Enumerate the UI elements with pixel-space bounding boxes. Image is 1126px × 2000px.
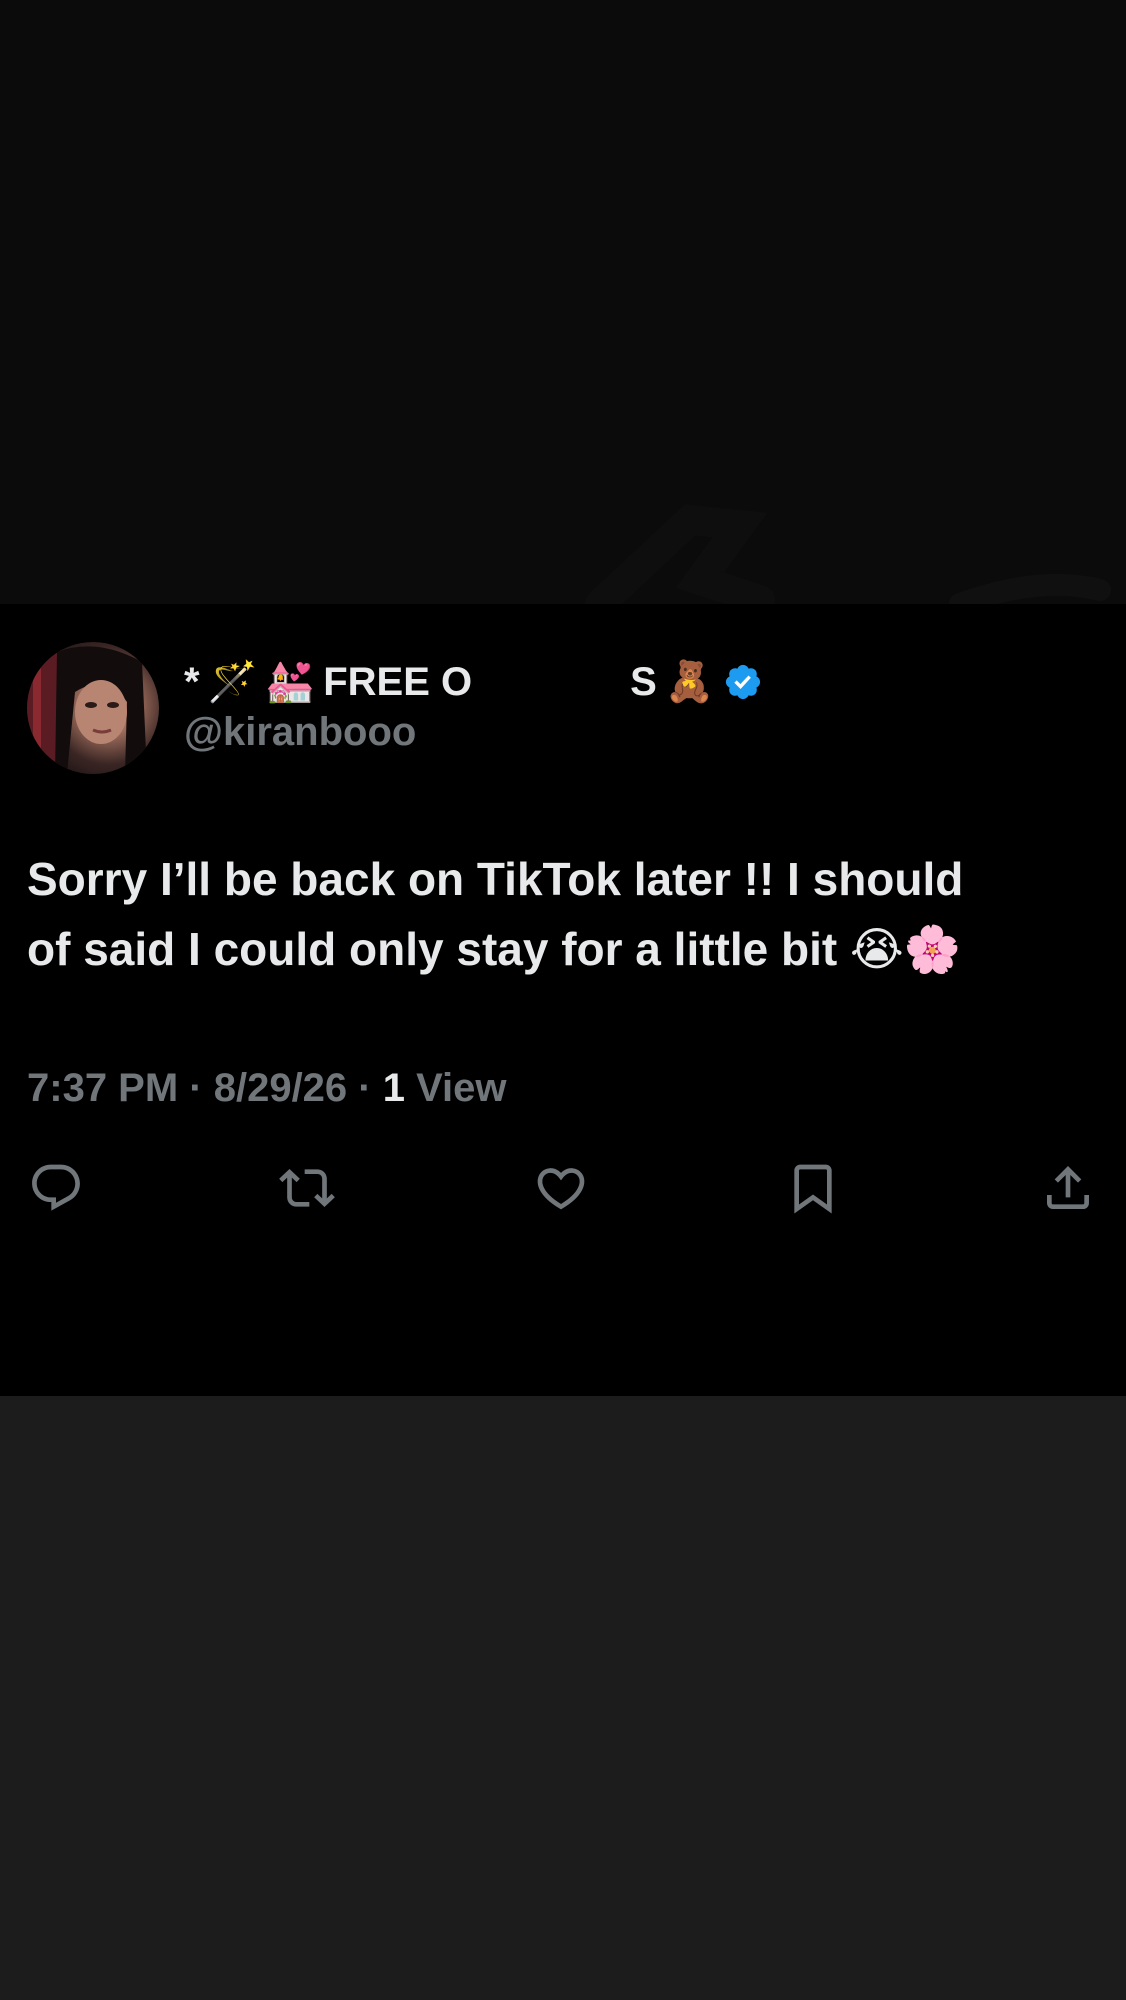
tweet-metadata: 7:37 PM · 8/29/26 · 1 View <box>27 1066 507 1111</box>
avatar[interactable] <box>27 642 159 774</box>
name-text: FREE O <box>323 659 473 704</box>
view-count: 1 <box>382 1066 405 1110</box>
tweet-date[interactable]: 8/29/26 <box>214 1066 347 1110</box>
tweet-card[interactable]: * 🪄 💒 FREE O S 🧸 @kiranbooo Sorry I’ll b… <box>0 604 1126 1396</box>
magic-wand-emoji: 🪄 <box>207 660 258 704</box>
name-suffix: S <box>630 659 657 704</box>
share-button[interactable] <box>1039 1160 1097 1216</box>
reply-button[interactable] <box>27 1160 85 1216</box>
name-prefix: * <box>184 659 200 704</box>
tweet-text: Sorry I’ll be back on TikTok later !! I … <box>27 844 1097 984</box>
repost-button[interactable] <box>278 1160 336 1216</box>
wedding-chapel-emoji: 💒 <box>265 660 316 704</box>
share-icon <box>1047 1166 1089 1209</box>
verified-badge-icon <box>723 662 763 702</box>
tweet-time[interactable]: 7:37 PM <box>27 1066 178 1110</box>
teddy-bear-emoji: 🧸 <box>664 660 715 704</box>
heart-icon <box>537 1168 585 1210</box>
tweet-text-line-1: Sorry I’ll be back on TikTok later !! I … <box>27 853 964 905</box>
avatar-image <box>27 642 147 774</box>
like-button[interactable] <box>532 1160 590 1216</box>
action-bar <box>27 1160 1097 1216</box>
display-name[interactable]: * 🪄 💒 FREE O S 🧸 <box>184 652 763 712</box>
tweet-text-line-2: of said I could only stay for a little b… <box>27 923 962 975</box>
screenshot-page: * 🪄 💒 FREE O S 🧸 @kiranbooo Sorry I’ll b… <box>0 0 1126 2000</box>
user-handle[interactable]: @kiranbooo <box>184 710 416 755</box>
bookmark-icon <box>794 1164 832 1214</box>
reply-icon <box>32 1164 80 1211</box>
view-label: View <box>404 1066 507 1110</box>
scribble-marks <box>585 504 1111 604</box>
background-bottom <box>0 1396 1126 2000</box>
meta-separator: · <box>347 1066 383 1110</box>
bookmark-button[interactable] <box>784 1160 842 1216</box>
background-top <box>0 0 1126 604</box>
repost-icon <box>279 1169 335 1207</box>
meta-separator: · <box>178 1066 214 1110</box>
